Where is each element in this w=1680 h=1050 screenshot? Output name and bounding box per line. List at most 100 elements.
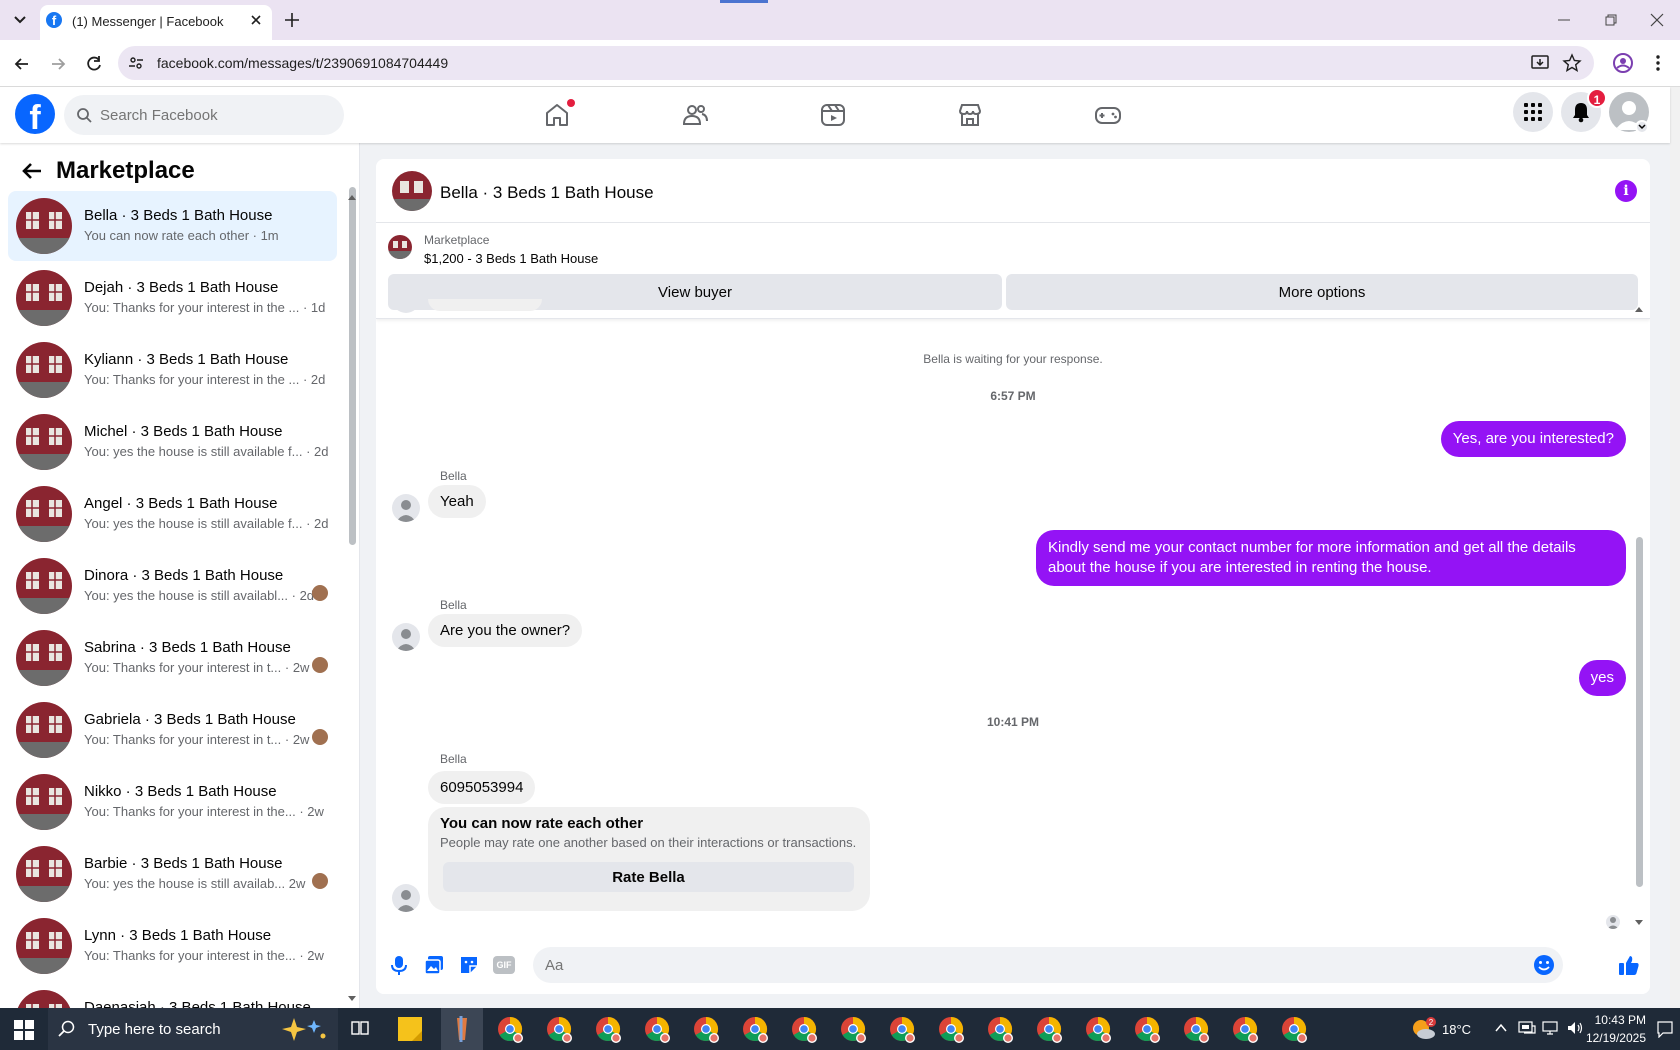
conversation-item[interactable]: Dinora · 3 Beds 1 Bath House You: yes the…	[8, 551, 337, 621]
rate-bella-button[interactable]: Rate Bella	[443, 862, 854, 892]
browser-menu-icon[interactable]	[1652, 53, 1664, 73]
facebook-search-input[interactable]	[100, 95, 330, 135]
display-icon[interactable]	[1518, 1020, 1536, 1036]
facebook-search[interactable]	[64, 95, 344, 135]
chrome-taskbar-icon[interactable]	[1229, 1013, 1261, 1045]
sticky-notes-icon[interactable]	[398, 1017, 422, 1041]
conversation-item[interactable]: Bella · 3 Beds 1 Bath House You can now r…	[8, 191, 337, 261]
incoming-message[interactable]: Yeah	[428, 485, 486, 518]
outgoing-message[interactable]: Yes, are you interested?	[1440, 421, 1626, 457]
close-window-icon[interactable]	[1649, 12, 1665, 28]
conversation-item[interactable]: Barbie · 3 Beds 1 Bath House You: yes the…	[8, 839, 337, 909]
sender-name: Bella	[440, 469, 467, 483]
clipped-message	[428, 299, 542, 311]
sidebar-scroll-down-icon[interactable]	[347, 995, 357, 1003]
action-center-icon[interactable]	[1656, 1020, 1674, 1038]
conversation-item[interactable]: Nikko · 3 Beds 1 Bath House You: Thanks f…	[8, 767, 337, 837]
page-scrollbar[interactable]	[1670, 87, 1680, 1008]
emoji-icon[interactable]	[1533, 954, 1555, 976]
chrome-taskbar-icon[interactable]	[935, 1013, 967, 1045]
conversation-item[interactable]: Daenasiah · 3 Beds 1 Bath House	[8, 983, 337, 1008]
marketplace-icon[interactable]	[950, 95, 990, 135]
chrome-taskbar-icon[interactable]	[739, 1013, 771, 1045]
tray-chevron-icon[interactable]	[1494, 1021, 1508, 1035]
chrome-taskbar-icon[interactable]	[1180, 1013, 1212, 1045]
conversation-preview: You: Thanks for your interest in the ...…	[84, 372, 326, 387]
install-app-icon[interactable]	[1530, 53, 1550, 73]
weather-icon[interactable]: 2	[1410, 1016, 1436, 1042]
temperature[interactable]: 18°C	[1442, 1022, 1471, 1037]
chrome-taskbar-icon[interactable]	[494, 1013, 526, 1045]
conversation-item[interactable]: Kyliann · 3 Beds 1 Bath House You: Thanks…	[8, 335, 337, 405]
bookmark-star-icon[interactable]	[1562, 53, 1582, 73]
microphone-icon[interactable]	[388, 954, 410, 976]
restore-window-icon[interactable]	[1603, 12, 1619, 28]
incoming-message[interactable]: Are you the owner?	[428, 614, 583, 647]
account-chevron-icon[interactable]	[1635, 120, 1649, 134]
gif-icon[interactable]: GIF	[493, 956, 515, 974]
chat-title[interactable]: Bella · 3 Beds 1 Bath House	[440, 183, 654, 203]
listing-detail[interactable]: $1,200 - 3 Beds 1 Bath House	[424, 251, 598, 266]
info-icon[interactable]: i	[1615, 180, 1637, 202]
sidebar-scrollbar[interactable]	[349, 187, 356, 545]
taskbar-clock-date[interactable]: 12/19/2025	[1570, 1031, 1646, 1045]
chrome-taskbar-icon[interactable]	[886, 1013, 918, 1045]
chrome-taskbar-icon[interactable]	[592, 1013, 624, 1045]
network-icon[interactable]	[1542, 1020, 1560, 1036]
facebook-logo[interactable]: f	[15, 94, 55, 134]
taskbar-clock-time[interactable]: 10:43 PM	[1570, 1013, 1646, 1027]
site-info-icon[interactable]	[128, 55, 144, 71]
taskbar-search[interactable]: Type here to search	[48, 1008, 338, 1050]
chrome-taskbar-icon[interactable]	[1033, 1013, 1065, 1045]
incoming-message[interactable]: 6095053994	[428, 771, 536, 804]
message-input-box[interactable]	[533, 947, 1563, 983]
tab-search-chevron-icon[interactable]	[8, 8, 32, 32]
listing-thumbnail[interactable]	[388, 235, 412, 259]
outgoing-message[interactable]: Kindly send me your contact number for m…	[1036, 530, 1626, 586]
chrome-taskbar-icon[interactable]	[984, 1013, 1016, 1045]
message-input[interactable]	[545, 947, 1445, 983]
task-view-icon[interactable]	[350, 1018, 370, 1038]
chrome-taskbar-icon[interactable]	[837, 1013, 869, 1045]
chrome-taskbar-icon[interactable]	[788, 1013, 820, 1045]
chrome-taskbar-icon[interactable]	[1082, 1013, 1114, 1045]
url-text[interactable]: facebook.com/messages/t/2390691084704449	[157, 55, 448, 71]
conversation-item[interactable]: Dejah · 3 Beds 1 Bath House You: Thanks f…	[8, 263, 337, 333]
chat-scrollbar[interactable]	[1636, 537, 1643, 887]
new-tab-icon[interactable]	[282, 10, 302, 30]
chrome-taskbar-icon[interactable]	[690, 1013, 722, 1045]
menu-grid-icon[interactable]	[1513, 92, 1553, 132]
chat-scroll-up-icon[interactable]	[1634, 305, 1644, 313]
outgoing-message[interactable]: yes	[1578, 660, 1626, 696]
chat-avatar[interactable]	[392, 171, 432, 211]
profile-icon[interactable]	[1612, 52, 1634, 74]
video-icon[interactable]	[813, 95, 853, 135]
sticker-icon[interactable]	[458, 954, 480, 976]
conversation-item[interactable]: Gabriela · 3 Beds 1 Bath House You: Thank…	[8, 695, 337, 765]
conversation-item[interactable]: Michel · 3 Beds 1 Bath House You: yes the…	[8, 407, 337, 477]
minimize-window-icon[interactable]	[1556, 12, 1572, 28]
chrome-taskbar-icon[interactable]	[641, 1013, 673, 1045]
chrome-taskbar-icon[interactable]	[1278, 1013, 1310, 1045]
home-icon[interactable]	[537, 95, 577, 135]
conversation-item[interactable]: Angel · 3 Beds 1 Bath House You: yes the …	[8, 479, 337, 549]
sidebar-scroll-up-icon[interactable]	[347, 193, 357, 201]
chrome-taskbar-icon[interactable]	[1131, 1013, 1163, 1045]
forward-icon[interactable]	[48, 54, 68, 74]
reload-icon[interactable]	[84, 54, 104, 74]
chat-scroll-down-icon[interactable]	[1634, 919, 1644, 927]
chrome-taskbar-icon[interactable]	[543, 1013, 575, 1045]
back-icon[interactable]	[12, 54, 32, 74]
like-thumb-icon[interactable]	[1617, 953, 1641, 977]
active-app-button[interactable]	[441, 1008, 483, 1050]
friends-icon[interactable]	[675, 95, 715, 135]
conversation-item[interactable]: Lynn · 3 Beds 1 Bath House You: Thanks fo…	[8, 911, 337, 981]
conversation-item[interactable]: Sabrina · 3 Beds 1 Bath House You: Thanks…	[8, 623, 337, 693]
windows-start-icon[interactable]	[14, 1020, 34, 1040]
gaming-icon[interactable]	[1088, 95, 1128, 135]
timestamp: 10:41 PM	[986, 715, 1040, 729]
back-arrow-icon[interactable]	[20, 159, 44, 183]
close-tab-icon[interactable]	[248, 12, 264, 28]
more-options-button[interactable]: More options	[1006, 274, 1638, 310]
photo-icon[interactable]	[423, 954, 445, 976]
